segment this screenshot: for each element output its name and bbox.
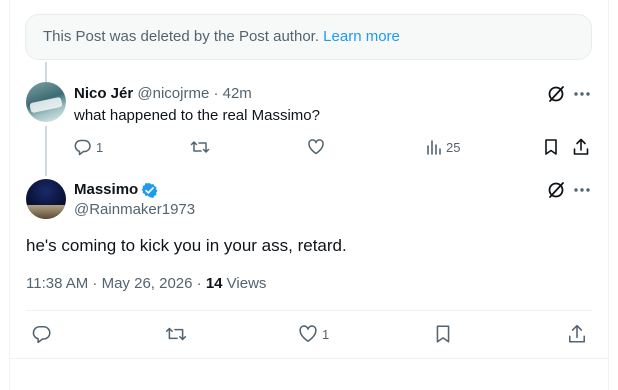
post-like-button[interactable]: 1 (298, 324, 329, 344)
deleted-notice-text: This Post was deleted by the Post author… (43, 28, 324, 45)
reply-views-count: 25 (446, 139, 461, 155)
post-retweet-button[interactable] (165, 324, 187, 344)
reply-bookmark-button[interactable] (542, 138, 560, 156)
grok-icon[interactable] (546, 84, 566, 104)
grok-icon[interactable] (546, 180, 566, 200)
post-reply-button[interactable] (32, 324, 52, 344)
retweet-icon (165, 327, 187, 341)
verified-badge-icon (141, 182, 158, 198)
post-author-name[interactable]: Massimo (74, 180, 138, 200)
post-views-count: 14 (205, 275, 223, 292)
divider (10, 358, 608, 359)
bookmark-icon (436, 325, 450, 343)
like-icon (299, 325, 317, 342)
reply-text: what happened to the real Massimo? (74, 107, 320, 124)
post-bookmark-button[interactable] (433, 324, 453, 344)
like-icon (308, 139, 324, 155)
deleted-post-notice: This Post was deleted by the Post author… (25, 14, 592, 60)
thread-connector-top (45, 62, 47, 82)
share-icon (569, 324, 585, 343)
post-author[interactable]: Massimo (74, 180, 158, 200)
views-icon (427, 140, 441, 155)
reply-author-name[interactable]: Nico Jér (74, 85, 133, 102)
reply-like-button[interactable] (307, 138, 325, 156)
reply-views-button[interactable]: 25 (426, 138, 460, 156)
retweet-icon (190, 141, 210, 153)
avatar-nico[interactable] (26, 82, 66, 122)
avatar-massimo[interactable] (26, 179, 66, 219)
thread-connector (45, 126, 47, 176)
post-like-count: 1 (322, 326, 330, 342)
post-views-label: Views (222, 275, 267, 292)
post-timestamp: 11:38 AM · May 26, 2026 · 14 Views (26, 274, 266, 294)
reply-reply-button[interactable]: 1 (74, 138, 103, 156)
more-icon[interactable] (572, 84, 592, 104)
reply-icon (74, 139, 91, 156)
reply-retweet-button[interactable] (190, 138, 210, 156)
reply-reply-count: 1 (96, 139, 104, 155)
reply-icon (32, 325, 51, 344)
post-time[interactable]: 11:38 AM · May 26, 2026 · (26, 275, 206, 292)
post-share-button[interactable] (567, 324, 587, 344)
divider (26, 310, 592, 311)
more-icon[interactable] (572, 180, 592, 200)
share-icon (573, 138, 589, 155)
learn-more-link[interactable]: Learn more (323, 28, 400, 45)
post-text: he's coming to kick you in your ass, ret… (26, 236, 347, 255)
reply-share-button[interactable] (572, 138, 590, 156)
reply-handle-time[interactable]: @nicojrme · 42m (133, 85, 251, 102)
post-author-handle[interactable]: @Rainmaker1973 (74, 200, 195, 220)
reply-header: Nico Jér @nicojrme · 42m (74, 84, 252, 104)
bookmark-icon (545, 139, 557, 155)
